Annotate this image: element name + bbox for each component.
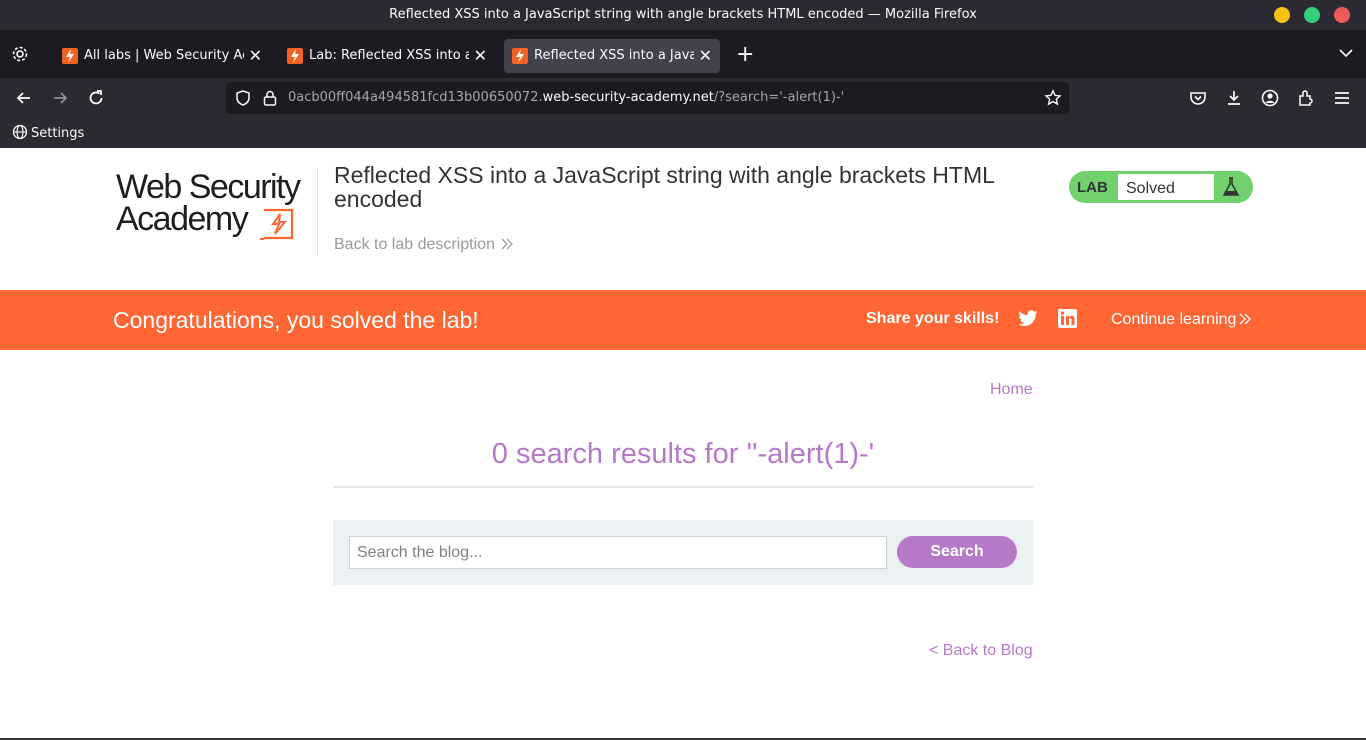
linkedin-icon[interactable] [1058, 309, 1077, 328]
search-button[interactable]: Search [897, 536, 1017, 568]
share-skills-label: Share your skills! [866, 310, 1000, 327]
window-titlebar: Reflected XSS into a JavaScript string w… [0, 0, 1366, 30]
back-to-lab-description-link[interactable]: Back to lab description [334, 236, 513, 254]
account-icon[interactable] [1260, 88, 1280, 108]
web-security-academy-logo[interactable]: Web Security Academy [114, 168, 314, 242]
reload-icon[interactable] [86, 88, 106, 108]
downloads-icon[interactable] [1224, 88, 1244, 108]
header-divider [317, 168, 318, 256]
tab-label: All labs | Web Security Academy [84, 48, 244, 63]
back-to-lab-description-label: Back to lab description [334, 236, 495, 253]
tab-bar: All labs | Web Security Academy ✕ Lab: R… [0, 30, 1366, 78]
flask-icon [1222, 177, 1240, 196]
portswigger-favicon-icon [62, 48, 78, 64]
bookmark-label: Settings [31, 126, 85, 141]
academy-lightning-icon [260, 208, 294, 240]
address-bar[interactable]: 0acb00ff044a494581fcd13b00650072.web-sec… [226, 82, 1069, 114]
tab-label: Lab: Reflected XSS into a JavaScript str… [309, 48, 469, 63]
url-text[interactable]: 0acb00ff044a494581fcd13b00650072.web-sec… [288, 90, 844, 105]
page-content: Web Security Academy Reflected XSS into … [0, 148, 1366, 740]
tab-lab-page[interactable]: Reflected XSS into a JavaScript string ✕ [504, 39, 720, 73]
back-arrow-icon[interactable] [14, 88, 34, 108]
tab-lab-description[interactable]: Lab: Reflected XSS into a JavaScript str… [279, 39, 495, 73]
portswigger-favicon-icon [287, 48, 303, 64]
results-divider [333, 486, 1033, 488]
search-results-heading: 0 search results for ''-alert(1)-' [491, 438, 875, 470]
double-chevron-right-icon [1239, 313, 1252, 325]
new-tab-button[interactable]: + [736, 42, 754, 67]
tab-all-labs[interactable]: All labs | Web Security Academy ✕ [54, 39, 270, 73]
lab-title: Reflected XSS into a JavaScript string w… [334, 162, 995, 212]
lock-icon[interactable] [262, 89, 278, 112]
maximize-button[interactable] [1304, 7, 1320, 23]
portswigger-favicon-icon [512, 48, 528, 64]
double-chevron-right-icon [501, 238, 513, 250]
continue-learning-label: Continue learning [1111, 311, 1237, 328]
continue-learning-link[interactable]: Continue learning [1111, 311, 1252, 329]
search-panel: Search [333, 520, 1033, 585]
chevron-down-icon[interactable] [1338, 45, 1354, 66]
close-tab-icon[interactable]: ✕ [474, 46, 487, 65]
twitter-icon[interactable] [1018, 310, 1038, 328]
forward-arrow-icon[interactable] [50, 88, 70, 108]
close-window-button[interactable] [1334, 7, 1350, 23]
home-link[interactable]: Home [990, 381, 1033, 399]
logo-line-2: Academy [116, 200, 249, 238]
academy-header: Web Security Academy Reflected XSS into … [0, 148, 1366, 290]
tab-label: Reflected XSS into a JavaScript string [534, 48, 694, 63]
pocket-icon[interactable] [1188, 88, 1208, 108]
globe-icon [12, 124, 28, 140]
gear-icon[interactable] [10, 44, 30, 64]
congratulations-message: Congratulations, you solved the lab! [113, 307, 479, 333]
window-title: Reflected XSS into a JavaScript string w… [389, 7, 977, 22]
close-tab-icon[interactable]: ✕ [249, 46, 262, 65]
hamburger-menu-icon[interactable] [1332, 88, 1352, 108]
bookmarks-toolbar: Settings [0, 118, 1366, 148]
navigation-toolbar: 0acb00ff044a494581fcd13b00650072.web-sec… [0, 78, 1366, 118]
bookmark-star-icon[interactable] [1044, 89, 1062, 112]
lab-status-widget: LAB Solved [1069, 171, 1253, 203]
lab-status-text: Solved [1126, 180, 1175, 197]
back-to-blog-link[interactable]: < Back to Blog [929, 642, 1033, 660]
extensions-icon[interactable] [1296, 88, 1316, 108]
lab-tag: LAB [1077, 179, 1108, 196]
solved-banner: Congratulations, you solved the lab! Sha… [0, 290, 1366, 350]
status-box: Solved [1117, 173, 1215, 201]
bookmark-settings[interactable]: Settings [12, 124, 84, 141]
shield-icon[interactable] [234, 89, 252, 112]
minimize-button[interactable] [1274, 7, 1290, 23]
search-input[interactable] [349, 536, 887, 569]
close-tab-icon[interactable]: ✕ [699, 46, 712, 65]
